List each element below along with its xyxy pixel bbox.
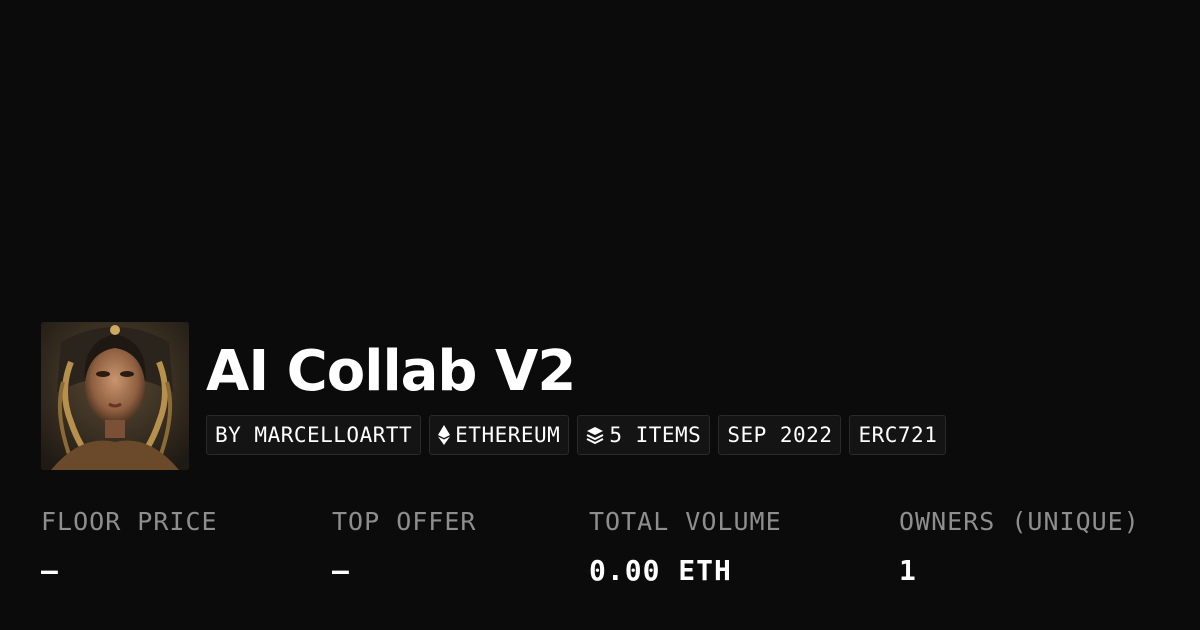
owners-value: 1 bbox=[899, 554, 917, 587]
layers-icon bbox=[586, 427, 604, 444]
owners-stat: OWNERS (UNIQUE) 1 bbox=[899, 505, 1140, 588]
floor-price-value: — bbox=[41, 554, 59, 587]
collection-title: AI Collab V2 bbox=[206, 339, 576, 404]
items-chip[interactable]: 5 ITEMS bbox=[577, 415, 711, 455]
total-volume-value: 0.00 ETH bbox=[589, 554, 732, 587]
avatar-portrait-image bbox=[41, 322, 189, 470]
items-label: 5 ITEMS bbox=[609, 423, 702, 447]
owners-label: OWNERS (UNIQUE) bbox=[899, 507, 1140, 536]
top-offer-label: TOP OFFER bbox=[332, 507, 477, 536]
creator-chip[interactable]: BY MARCELLOARTT bbox=[206, 415, 422, 455]
date-label: SEP 2022 bbox=[727, 423, 833, 447]
floor-price-stat: FLOOR PRICE — bbox=[41, 505, 218, 588]
collection-avatar[interactable] bbox=[41, 322, 189, 470]
total-volume-label: TOTAL VOLUME bbox=[589, 507, 782, 536]
chain-chip[interactable]: ETHEREUM bbox=[429, 415, 570, 455]
top-offer-value: — bbox=[332, 554, 350, 587]
total-volume-stat: TOTAL VOLUME 0.00 ETH bbox=[589, 505, 782, 588]
top-offer-stat: TOP OFFER — bbox=[332, 505, 476, 588]
creator-label: BY MARCELLOARTT bbox=[215, 423, 413, 447]
ethereum-icon bbox=[438, 425, 451, 445]
date-chip: SEP 2022 bbox=[718, 415, 842, 455]
collection-meta-chips: BY MARCELLOARTT ETHEREUM 5 ITEMS SEP 202… bbox=[206, 415, 947, 455]
floor-price-label: FLOOR PRICE bbox=[41, 507, 218, 536]
standard-chip: ERC721 bbox=[849, 415, 947, 455]
collection-card: AI Collab V2 BY MARCELLOARTT ETHEREUM 5 … bbox=[0, 0, 1200, 630]
chain-label: ETHEREUM bbox=[455, 423, 561, 447]
standard-label: ERC721 bbox=[858, 423, 938, 447]
